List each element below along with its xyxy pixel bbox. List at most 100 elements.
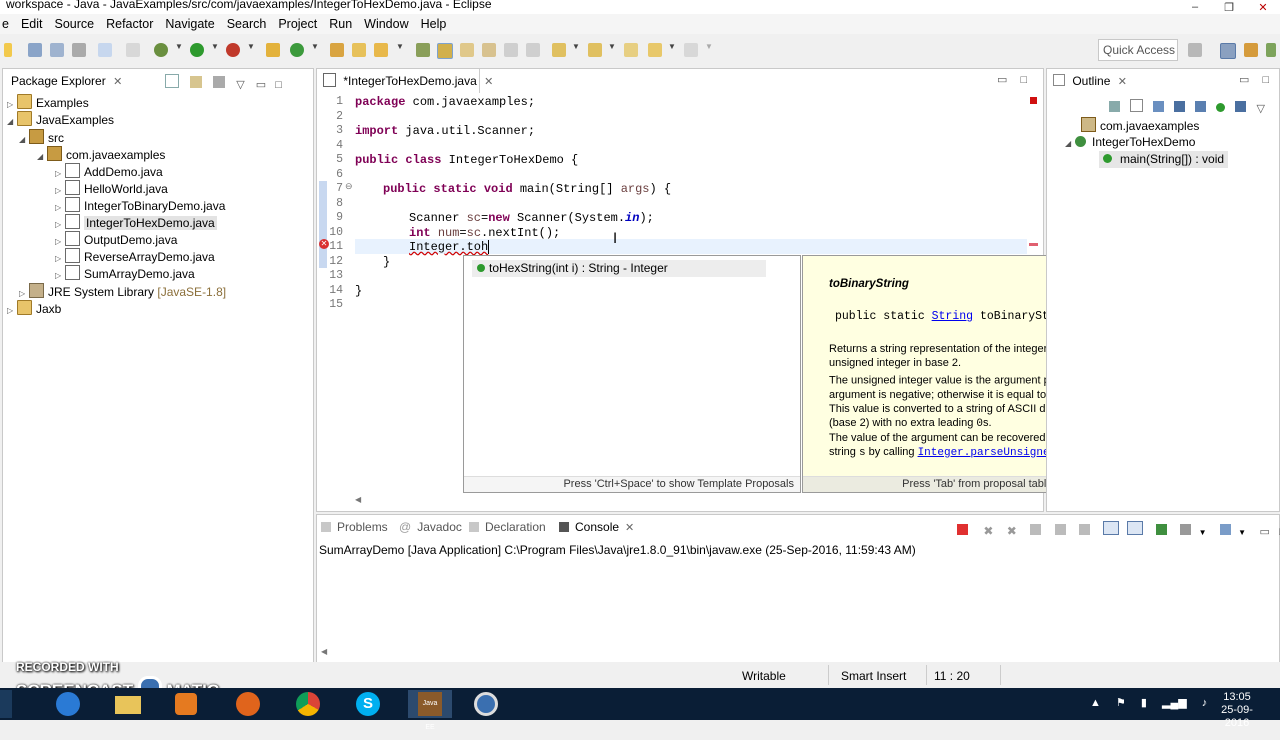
- tree-item-jre[interactable]: ▷ JRE System Library [JavaSE-1.8]: [19, 283, 226, 300]
- new-icon[interactable]: [4, 43, 12, 57]
- hide-static-icon[interactable]: [1174, 101, 1186, 112]
- open-type-icon[interactable]: [330, 43, 344, 57]
- menu-search[interactable]: Search: [221, 17, 273, 31]
- quick-access-input[interactable]: Quick Access: [1098, 39, 1178, 61]
- menu-file[interactable]: e: [0, 17, 15, 31]
- sort-icon[interactable]: [1153, 101, 1165, 112]
- terminate-icon[interactable]: [957, 524, 968, 535]
- toggle-block-selection-icon[interactable]: [437, 43, 453, 59]
- external-tools-icon[interactable]: [226, 43, 240, 57]
- collapse-all-icon[interactable]: [1130, 99, 1144, 112]
- tree-item-integertobinarydemo[interactable]: ▷ IntegerToBinaryDemo.java: [55, 197, 225, 214]
- tree-item-adddemo[interactable]: ▷ AddDemo.java: [55, 163, 163, 180]
- menu-project[interactable]: Project: [272, 17, 323, 31]
- tree-item-package[interactable]: ◢ com.javaexamples: [37, 146, 165, 163]
- link-with-editor-icon[interactable]: [1235, 101, 1247, 112]
- run-icon[interactable]: [190, 43, 204, 57]
- forward-dropdown-icon[interactable]: ▼: [705, 42, 713, 51]
- menu-navigate[interactable]: Navigate: [159, 17, 220, 31]
- screencast-taskbar-icon[interactable]: [464, 690, 508, 718]
- close-icon[interactable]: ✕: [1118, 76, 1127, 88]
- clear-console-icon[interactable]: [1030, 524, 1042, 535]
- tree-item-sumarraydemo[interactable]: ▷ SumArrayDemo.java: [55, 265, 195, 282]
- tab-console[interactable]: Console ✕: [555, 515, 639, 539]
- start-button[interactable]: [0, 690, 12, 718]
- maximize-view-icon[interactable]: □: [1020, 74, 1027, 86]
- new-class-icon[interactable]: [290, 43, 304, 57]
- tab-outline[interactable]: Outline ✕: [1047, 69, 1143, 93]
- word-wrap-icon[interactable]: [1078, 524, 1090, 535]
- close-button[interactable]: ✕: [1246, 0, 1280, 14]
- display-console-dropdown-icon[interactable]: ▼: [1199, 528, 1207, 537]
- collapse-all-icon[interactable]: [165, 74, 179, 88]
- save-all-icon[interactable]: [50, 43, 64, 57]
- close-icon[interactable]: ✕: [113, 76, 122, 88]
- menu-source[interactable]: Source: [49, 17, 101, 31]
- maximize-view-icon[interactable]: □: [1262, 74, 1269, 86]
- view-menu-icon[interactable]: ▽: [236, 79, 244, 91]
- close-icon[interactable]: ✕: [625, 522, 634, 534]
- forward-icon[interactable]: [684, 43, 698, 57]
- next-annotation-dropdown-icon[interactable]: ▼: [572, 42, 580, 51]
- clock[interactable]: 13:05 25-09-2016: [1212, 691, 1262, 730]
- menu-help[interactable]: Help: [415, 17, 453, 31]
- eclipse-java-ee-icon[interactable]: Java EE: [408, 690, 452, 731]
- minimize-button[interactable]: –: [1178, 0, 1212, 14]
- previous-annotation-icon[interactable]: [588, 43, 602, 57]
- scroll-lock-icon[interactable]: [1054, 524, 1066, 535]
- media-player-icon[interactable]: [164, 690, 208, 718]
- link-editor-icon[interactable]: [190, 76, 203, 88]
- menu-run[interactable]: Run: [323, 17, 358, 31]
- pilcrow-icon[interactable]: [504, 43, 518, 57]
- minimize-view-icon[interactable]: ▭: [256, 79, 266, 91]
- last-edit-icon[interactable]: [482, 43, 496, 57]
- skip-breakpoints-icon[interactable]: [126, 43, 140, 57]
- previous-annotation-dropdown-icon[interactable]: ▼: [608, 42, 616, 51]
- focus-task-icon[interactable]: [213, 76, 226, 88]
- error-overview-marker[interactable]: [1030, 97, 1037, 104]
- menu-refactor[interactable]: Refactor: [100, 17, 159, 31]
- tab-declaration[interactable]: Declaration: [469, 515, 546, 539]
- menu-edit[interactable]: Edit: [15, 17, 49, 31]
- tree-item-javaexamples[interactable]: ◢ JavaExamples: [7, 111, 114, 128]
- back-icon[interactable]: [648, 43, 662, 57]
- next-annotation-icon[interactable]: [552, 43, 566, 57]
- search-dropdown-icon[interactable]: ▼: [396, 42, 404, 51]
- debug-icon[interactable]: [154, 43, 168, 57]
- tree-item-helloworld[interactable]: ▷ HelloWorld.java: [55, 180, 168, 197]
- error-line-marker[interactable]: [1029, 243, 1038, 246]
- close-icon[interactable]: ✕: [484, 76, 493, 88]
- toggle-mark-icon[interactable]: [416, 43, 430, 57]
- open-console-dropdown-icon[interactable]: ▼: [1238, 528, 1246, 537]
- string-link[interactable]: String: [932, 310, 973, 323]
- tab-problems[interactable]: Problems: [321, 515, 388, 539]
- volume-icon[interactable]: ♪: [1202, 697, 1208, 709]
- tree-item-jaxb[interactable]: ▷ Jaxb: [7, 300, 61, 317]
- new-class-dropdown-icon[interactable]: ▼: [311, 42, 319, 51]
- fold-icon[interactable]: ⊖: [345, 181, 353, 192]
- outline-item-main[interactable]: main(String[]) : void: [1099, 151, 1229, 168]
- console-hscrollbar[interactable]: ◀: [321, 647, 327, 656]
- tree-item-outputdemo[interactable]: ▷ OutputDemo.java: [55, 231, 177, 248]
- tree-item-reversearraydemo[interactable]: ▷ ReverseArrayDemo.java: [55, 248, 215, 265]
- tab-integertohexdemo[interactable]: *IntegerToHexDemo.java ✕: [317, 69, 493, 93]
- maximize-view-icon[interactable]: □: [275, 79, 282, 91]
- editor-hscrollbar[interactable]: ◀: [355, 495, 1025, 505]
- tab-javadoc[interactable]: @ Javadoc: [399, 515, 462, 539]
- tree-item-integertohexdemo[interactable]: ▷ IntegerToHexDemo.java: [55, 214, 217, 231]
- hide-local-types-icon[interactable]: [1216, 103, 1226, 112]
- tree-item-src[interactable]: ◢ src: [19, 129, 64, 146]
- outline-item-package[interactable]: com.javaexamples: [1081, 117, 1199, 134]
- print-icon[interactable]: [72, 43, 86, 57]
- block-icon[interactable]: [526, 43, 540, 57]
- skype-icon[interactable]: S: [346, 690, 390, 718]
- pin-console-icon[interactable]: [1155, 524, 1167, 535]
- display-console-icon[interactable]: [1180, 524, 1192, 535]
- explorer-icon[interactable]: [106, 690, 150, 718]
- tab-package-explorer[interactable]: Package Explorer ✕: [3, 69, 131, 93]
- open-console-icon[interactable]: [1219, 524, 1231, 535]
- debug-dropdown-icon[interactable]: ▼: [175, 42, 183, 51]
- show-hidden-icons[interactable]: ▲: [1090, 697, 1101, 709]
- debug-perspective-icon[interactable]: [1266, 43, 1276, 57]
- tree-item-examples[interactable]: ▷ Examples: [7, 94, 89, 111]
